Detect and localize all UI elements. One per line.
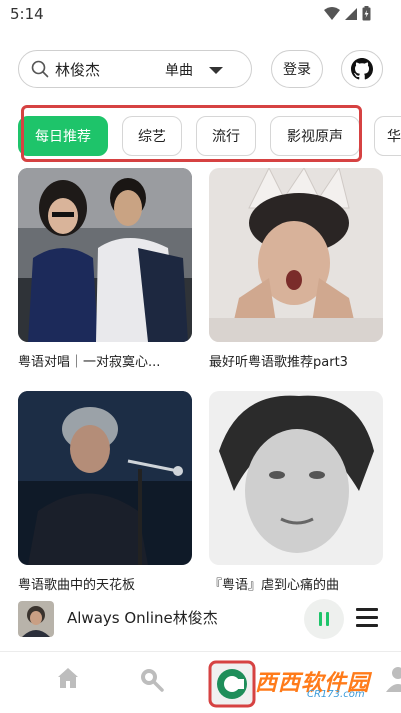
profile-icon[interactable] — [386, 666, 401, 692]
watermark-logo-icon — [208, 660, 256, 708]
watermark-url: CR173.com — [307, 689, 365, 700]
tag-chinese[interactable]: 华 — [374, 116, 401, 156]
status-icons — [324, 6, 371, 21]
playlist-card[interactable]: 粤语对唱｜一对寂寞心... — [18, 168, 192, 370]
tag-variety[interactable]: 综艺 — [122, 116, 182, 156]
search-icon — [31, 60, 49, 78]
pause-icon — [319, 612, 322, 626]
menu-icon-line — [356, 616, 378, 619]
playlist-card[interactable]: 『粤语』虐到心痛的曲 — [209, 391, 383, 593]
status-time: 5:14 — [10, 5, 44, 23]
github-icon — [351, 58, 373, 80]
player-cover[interactable] — [18, 601, 54, 637]
pause-button[interactable] — [304, 599, 344, 639]
battery-icon — [362, 6, 371, 21]
menu-icon-line — [356, 624, 378, 627]
wifi-icon — [324, 6, 340, 20]
playlist-cover[interactable] — [209, 391, 383, 565]
playlist-card[interactable]: 粤语歌曲中的天花板 — [18, 391, 192, 593]
github-button[interactable] — [341, 50, 383, 88]
search-nav-icon[interactable] — [138, 666, 164, 692]
playlist-title: 粤语对唱｜一对寂寞心... — [18, 355, 161, 370]
signal-icon — [345, 7, 357, 20]
search-input[interactable]: 林俊杰 单曲 — [18, 50, 252, 88]
playlist-menu-button[interactable] — [356, 608, 378, 628]
home-icon[interactable] — [56, 666, 80, 690]
playlist-cover[interactable] — [209, 168, 383, 342]
login-button[interactable]: 登录 — [271, 50, 323, 88]
search-row: 林俊杰 单曲 登录 — [18, 50, 388, 90]
playlist-title: 粤语歌曲中的天花板 — [18, 578, 136, 593]
tag-daily-recommend[interactable]: 每日推荐 — [18, 116, 108, 156]
tag-pop[interactable]: 流行 — [196, 116, 256, 156]
watermark: 西西软件园 CR173.com — [207, 657, 382, 708]
mini-player[interactable]: Always Online林俊杰 — [0, 595, 401, 645]
category-tags: 每日推荐 综艺 流行 影视原声 华 — [18, 116, 401, 158]
playlist-title: 『粤语』虐到心痛的曲 — [209, 578, 340, 593]
playlist-title: 最好听粤语歌推荐part3 — [209, 355, 348, 370]
search-type-select[interactable]: 单曲 — [165, 60, 193, 80]
chevron-down-icon[interactable] — [209, 67, 223, 74]
pause-icon-bar — [326, 612, 329, 626]
search-query: 林俊杰 — [55, 61, 101, 79]
playlist-cover[interactable] — [18, 391, 192, 565]
status-bar: 5:14 — [0, 0, 401, 30]
playlist-card[interactable]: 最好听粤语歌推荐part3 — [209, 168, 383, 370]
tag-soundtrack[interactable]: 影视原声 — [270, 116, 360, 156]
player-track-title: Always Online林俊杰 — [67, 609, 218, 627]
playlist-cover[interactable] — [18, 168, 192, 342]
menu-icon — [356, 608, 378, 611]
